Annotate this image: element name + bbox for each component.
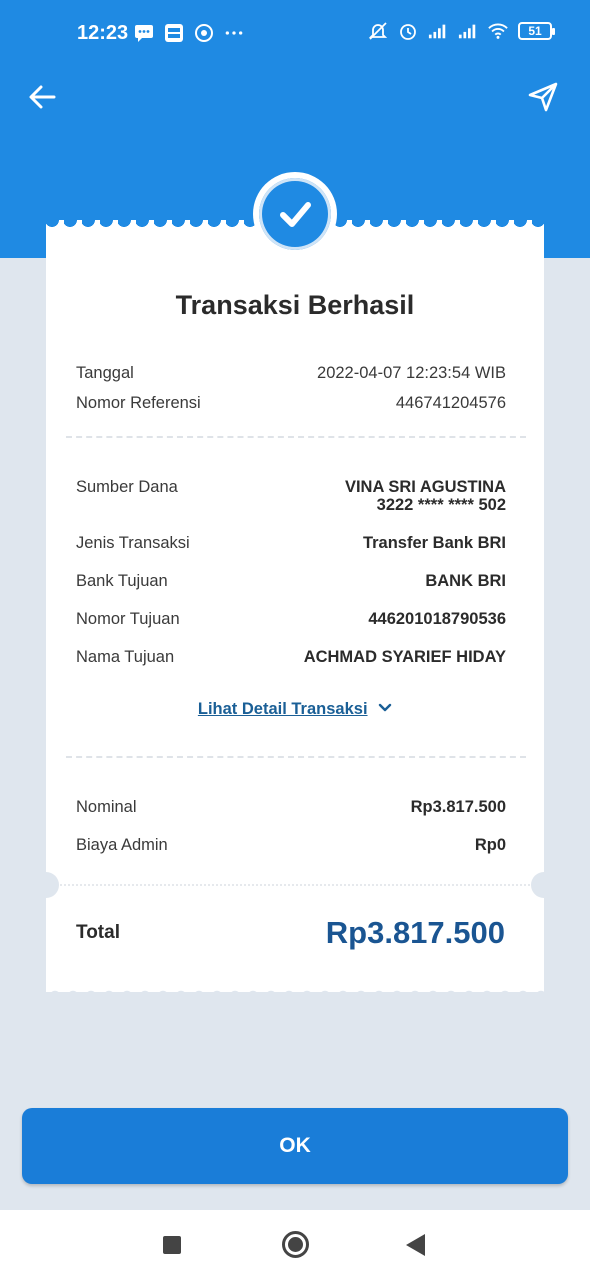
row-value: 2022-04-07 12:23:54 WIB <box>317 364 506 382</box>
detail-link-label: Lihat Detail Transaksi <box>197 700 368 718</box>
back-triangle-icon[interactable] <box>406 1234 425 1256</box>
ok-button[interactable]: OK <box>22 1108 568 1184</box>
alarm-icon <box>400 24 416 40</box>
arrow-left-icon[interactable] <box>26 80 60 114</box>
row-value: 446741204576 <box>395 394 506 412</box>
detail-row-tanggal: Tanggal 2022-04-07 12:23:54 WIB <box>76 364 506 383</box>
row-value: Rp3.817.500 <box>410 798 506 816</box>
total-amount: Rp3.817.500 <box>325 915 505 950</box>
row-label: Bank Tujuan <box>76 572 168 590</box>
row-label: Jenis Transaksi <box>76 534 190 552</box>
notification-icons <box>134 24 244 42</box>
row-label: Tanggal <box>76 364 134 382</box>
total-label: Total <box>76 922 120 943</box>
row-label: Nama Tujuan <box>76 648 175 666</box>
detail-row-nomor-tujuan: Nomor Tujuan 446201018790536 <box>76 610 506 629</box>
chevron-down-icon <box>378 703 392 712</box>
chrome-icon <box>195 24 213 42</box>
sumber-dana-account: 3222 **** **** 502 <box>376 496 506 514</box>
row-value: ACHMAD SYARIEF HIDAY <box>303 648 506 666</box>
row-label: Sumber Dana <box>76 478 178 496</box>
detail-transaction-link[interactable]: Lihat Detail Transaksi <box>46 700 544 719</box>
system-nav-bar <box>0 1210 590 1280</box>
row-value: VINA SRI AGUSTINA 3222 **** **** 502 <box>345 478 506 514</box>
battery-icon: 51 <box>518 22 555 40</box>
mute-icon <box>368 22 388 40</box>
message-icon <box>135 25 153 42</box>
more-dots-icon <box>225 31 243 35</box>
row-label: Nomor Referensi <box>76 394 201 412</box>
receipt-card <box>46 220 544 992</box>
row-label: Biaya Admin <box>76 836 168 854</box>
detail-row-nomor-referensi: Nomor Referensi 446741204576 <box>76 394 506 413</box>
checkmark-icon <box>280 202 311 227</box>
detail-row-bank-tujuan: Bank Tujuan BANK BRI <box>76 572 506 591</box>
receipt-notch-right <box>531 872 557 898</box>
recents-icon[interactable] <box>163 1236 181 1254</box>
dashed-divider <box>66 436 526 438</box>
status-bar: 12:23 51 <box>0 0 590 68</box>
receipt-notch-left <box>33 872 59 898</box>
bri-mo-icon <box>165 24 183 42</box>
system-icons: 51 <box>368 22 555 40</box>
signal-icon <box>428 24 446 39</box>
dashed-divider <box>66 756 526 758</box>
success-badge <box>253 172 337 256</box>
row-value: BANK BRI <box>425 572 506 590</box>
row-value: Transfer Bank BRI <box>362 534 506 552</box>
row-value: Rp0 <box>474 836 506 854</box>
status-time: 12:23 <box>77 22 129 44</box>
row-value: 446201018790536 <box>368 610 506 628</box>
detail-row-nama-tujuan: Nama Tujuan ACHMAD SYARIEF HIDAY <box>76 648 506 667</box>
signal-icon <box>458 24 476 39</box>
send-icon[interactable] <box>526 80 560 114</box>
detail-row-jenis-transaksi: Jenis Transaksi Transfer Bank BRI <box>76 534 506 553</box>
wifi-icon <box>488 23 508 39</box>
page-title: Transaksi Berhasil <box>175 290 415 320</box>
home-icon[interactable] <box>282 1231 309 1258</box>
total-divider <box>56 884 534 886</box>
row-label: Nominal <box>76 798 137 816</box>
detail-row-nominal: Nominal Rp3.817.500 <box>76 798 506 817</box>
receipt-bottom-edge <box>46 986 544 996</box>
row-label: Nomor Tujuan <box>76 610 180 628</box>
detail-row-biaya-admin: Biaya Admin Rp0 <box>76 836 506 855</box>
detail-row-sumber-dana: Sumber Dana VINA SRI AGUSTINA 3222 **** … <box>76 478 506 514</box>
sumber-dana-name: VINA SRI AGUSTINA <box>344 478 506 496</box>
